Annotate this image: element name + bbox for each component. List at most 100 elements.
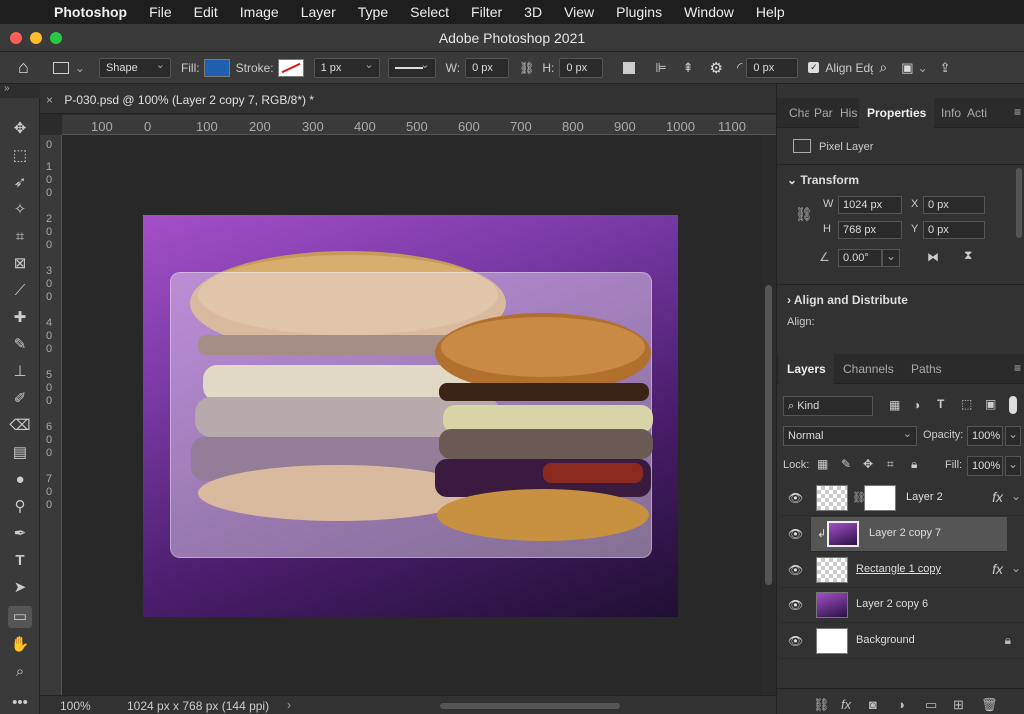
height-field[interactable]: 768 px	[838, 221, 902, 239]
fill-dropdown[interactable]: ⌄	[1005, 456, 1021, 476]
hand-tool-icon[interactable]: ✋	[8, 634, 32, 656]
document-info[interactable]: 1024 px x 768 px (144 ppi)	[127, 699, 269, 713]
blur-tool-icon[interactable]: ●	[8, 469, 32, 491]
close-tab-icon[interactable]: ×	[46, 93, 53, 107]
scroll-thumb[interactable]	[765, 285, 772, 585]
layer-name[interactable]: Rectangle 1 copy	[856, 563, 941, 575]
collapse-toolbar-icon[interactable]: »	[4, 83, 10, 94]
flip-horizontal-icon[interactable]: ⧓	[927, 250, 939, 264]
new-layer-icon[interactable]: ⊞	[953, 697, 964, 713]
lasso-tool-icon[interactable]: ➶	[8, 172, 32, 194]
eye-icon[interactable]: 👁︎	[788, 527, 803, 541]
tab-history[interactable]: His	[840, 98, 860, 128]
fx-icon[interactable]: fx	[992, 489, 1003, 505]
opacity-dropdown[interactable]: ⌄	[1005, 426, 1021, 446]
layer-row[interactable]: 👁︎ Layer 2 copy 6	[780, 588, 1024, 623]
angle-dropdown[interactable]: ⌄	[882, 249, 900, 267]
filter-toggle[interactable]	[1009, 396, 1017, 414]
lock-transparency-icon[interactable]: ▦	[817, 457, 828, 471]
link-dimensions-icon[interactable]: ⛓	[795, 206, 813, 223]
move-tool-icon[interactable]: ✥	[8, 118, 32, 140]
magic-wand-tool-icon[interactable]: ✧	[8, 199, 32, 221]
chevron-down-icon[interactable]: ⌄	[918, 61, 928, 75]
tab-paragraph[interactable]: Par	[814, 98, 834, 128]
maximize-window-button[interactable]	[50, 32, 62, 44]
menu-image[interactable]: Image	[240, 4, 279, 20]
workspace-icon[interactable]: ▣	[901, 60, 913, 76]
history-brush-tool-icon[interactable]: ✐	[8, 388, 32, 410]
filter-type-icon[interactable]: T	[937, 397, 944, 411]
canvas-scrollbar[interactable]	[762, 135, 776, 695]
document-tab[interactable]: × P-030.psd @ 100% (Layer 2 copy 7, RGB/…	[46, 86, 314, 114]
lock-artboard-icon[interactable]: ⌗	[887, 457, 894, 472]
filter-pixel-icon[interactable]: ▦	[889, 398, 900, 412]
corner-radius-field[interactable]: 0 px	[746, 57, 799, 78]
panel-menu-icon[interactable]: ≡	[1014, 105, 1021, 119]
width-field[interactable]: 1024 px	[838, 196, 902, 214]
clone-stamp-tool-icon[interactable]: ⊥	[8, 361, 32, 383]
link-icon[interactable]: ⛓	[519, 61, 534, 75]
gear-icon[interactable]: ⚙	[710, 59, 723, 77]
new-adjustment-icon[interactable]: ◑	[897, 697, 905, 712]
menu-layer[interactable]: Layer	[301, 4, 336, 20]
horizontal-scrollbar[interactable]	[440, 703, 620, 709]
chevron-down-icon[interactable]: ⌄	[1011, 561, 1021, 575]
menu-edit[interactable]: Edit	[194, 4, 218, 20]
frame-tool-icon[interactable]: ⊠	[8, 253, 32, 275]
menu-window[interactable]: Window	[684, 4, 734, 20]
eye-icon[interactable]: 👁︎	[788, 598, 803, 612]
dodge-tool-icon[interactable]: ⚲	[8, 496, 32, 518]
menu-type[interactable]: Type	[358, 4, 388, 20]
layer-name[interactable]: Layer 2 copy 6	[856, 598, 928, 610]
path-selection-tool-icon[interactable]: ➤	[8, 577, 32, 599]
eyedropper-tool-icon[interactable]: ⟋	[8, 280, 32, 302]
stroke-width-field[interactable]: 1 px	[313, 56, 380, 78]
delete-layer-icon[interactable]: 🗑︎	[981, 697, 998, 713]
menu-select[interactable]: Select	[410, 4, 449, 20]
fill-field[interactable]: 100%	[967, 456, 1003, 476]
path-operations-icon[interactable]	[623, 61, 636, 74]
height-field[interactable]: 0 px	[559, 57, 604, 78]
layer-row[interactable]: 👁︎ ⛓ Layer 2 fx ⌄	[780, 481, 1024, 516]
menu-help[interactable]: Help	[756, 4, 785, 20]
minimize-window-button[interactable]	[30, 32, 42, 44]
menu-file[interactable]: File	[149, 4, 172, 20]
lock-all-icon[interactable]: 🔒︎	[911, 457, 917, 472]
add-layer-style-icon[interactable]: fx	[841, 697, 851, 712]
angle-field[interactable]: 0.00°	[838, 249, 882, 267]
menu-3d[interactable]: 3D	[524, 4, 542, 20]
marquee-tool-icon[interactable]: ⬚	[8, 145, 32, 167]
shape-mode-select[interactable]: Shape	[98, 56, 171, 78]
tab-channels[interactable]: Channels	[843, 354, 894, 384]
pen-tool-icon[interactable]: ✒	[8, 523, 32, 545]
healing-brush-tool-icon[interactable]: ✚	[8, 307, 32, 329]
layer-row[interactable]: 👁︎ Rectangle 1 copy fx ⌄	[780, 553, 1024, 588]
chevron-right-icon[interactable]: ›	[287, 698, 291, 712]
opacity-field[interactable]: 100%	[967, 426, 1003, 446]
eraser-tool-icon[interactable]: ⌫	[8, 415, 32, 437]
zoom-tool-icon[interactable]: ⌕	[8, 661, 32, 683]
width-field[interactable]: 0 px	[465, 57, 510, 78]
layer-mask-thumbnail[interactable]	[864, 485, 896, 511]
tab-paths[interactable]: Paths	[911, 354, 942, 384]
add-mask-icon[interactable]: ◙	[869, 697, 877, 712]
stroke-type-select[interactable]	[387, 56, 436, 78]
layer-filter-kind[interactable]: ⌕ Kind	[783, 396, 873, 416]
align-section-title[interactable]: › Align and Distribute	[787, 293, 908, 307]
lock-pixels-icon[interactable]: ✎	[841, 457, 851, 471]
layer-name[interactable]: Layer 2	[906, 491, 943, 503]
stroke-swatch[interactable]	[277, 58, 304, 77]
filter-adjustment-icon[interactable]: ◑	[913, 398, 920, 412]
panel-menu-icon[interactable]: ≡	[1014, 361, 1021, 375]
type-tool-icon[interactable]: T	[8, 550, 32, 572]
fx-icon[interactable]: fx	[992, 561, 1003, 577]
x-field[interactable]: 0 px	[923, 196, 985, 214]
brush-tool-icon[interactable]: ✎	[8, 334, 32, 356]
crop-tool-icon[interactable]: ⌗	[8, 226, 32, 248]
search-icon[interactable]: ⌕	[879, 59, 887, 76]
chevron-down-icon[interactable]: ⌄	[1011, 489, 1021, 503]
layer-name[interactable]: Layer 2 copy 7	[869, 527, 941, 539]
eye-icon[interactable]: 👁︎	[788, 491, 803, 505]
menu-app[interactable]: Photoshop	[54, 4, 127, 20]
filter-shape-icon[interactable]: ⬚	[961, 397, 972, 411]
